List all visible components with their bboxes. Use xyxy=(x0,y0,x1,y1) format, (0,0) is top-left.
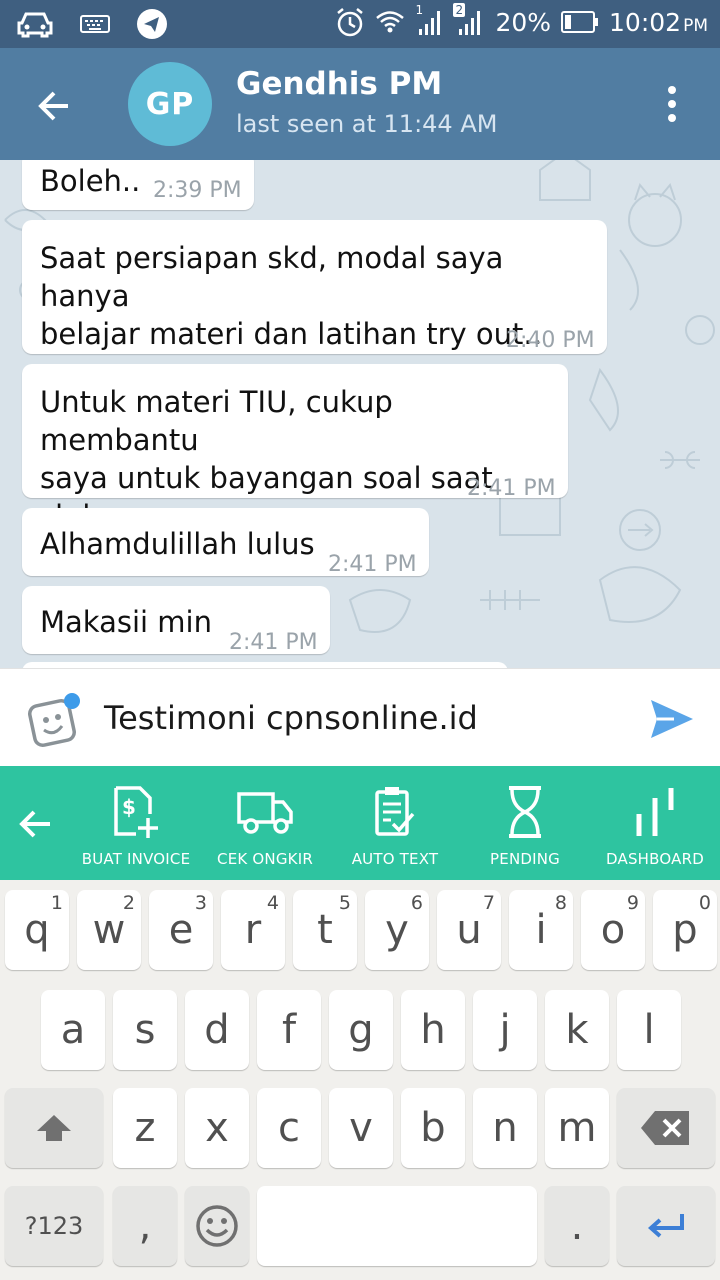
key-m[interactable]: m xyxy=(545,1088,609,1168)
dashboard-button[interactable]: DASHBOARD xyxy=(590,784,720,868)
key-l[interactable]: l xyxy=(617,990,681,1070)
message-time: 2:41 PM xyxy=(229,630,318,655)
key-c[interactable]: c xyxy=(257,1088,321,1168)
emoji-key[interactable] xyxy=(185,1186,249,1266)
key-r[interactable]: r4 xyxy=(221,890,285,970)
toolbar-label: DASHBOARD xyxy=(606,850,704,868)
message-list[interactable]: Boleh.. 2:39 PM Saat persiapan skd, moda… xyxy=(0,160,720,668)
auto-text-button[interactable]: AUTO TEXT xyxy=(330,784,460,868)
more-options-icon[interactable] xyxy=(660,84,684,124)
truck-icon xyxy=(237,792,293,834)
key-a[interactable]: a xyxy=(41,990,105,1070)
alarm-icon xyxy=(335,6,365,38)
quick-action-toolbar: $ BUAT INVOICE CEK ONGKIR AUTO TEXT PEND… xyxy=(0,766,720,880)
status-bar: 1 2 20% 10:02 PM xyxy=(0,0,720,48)
space-bar[interactable] xyxy=(257,1186,537,1266)
avatar[interactable]: GP xyxy=(128,62,212,146)
signal-icon: 1 xyxy=(415,3,445,37)
enter-icon xyxy=(647,1214,684,1238)
key-n[interactable]: n xyxy=(473,1088,537,1168)
enter-key[interactable] xyxy=(617,1186,715,1266)
clock: 10:02 PM xyxy=(609,7,708,37)
key-d[interactable]: d xyxy=(185,990,249,1070)
message-input[interactable]: Testimoni cpnsonline.id xyxy=(104,699,478,737)
key-j[interactable]: j xyxy=(473,990,537,1070)
shift-arrow-icon xyxy=(37,1115,71,1141)
message-time: 2:41 PM xyxy=(467,476,556,501)
sticker-icon[interactable] xyxy=(28,693,84,749)
key-h[interactable]: h xyxy=(401,990,465,1070)
period-key[interactable]: . xyxy=(545,1186,609,1266)
key-x[interactable]: x xyxy=(185,1088,249,1168)
cek-ongkir-button[interactable]: CEK ONGKIR xyxy=(200,784,330,868)
chat-header: GP Gendhis PM last seen at 11:44 AM xyxy=(0,48,720,160)
message-time: 2:41 PM xyxy=(328,552,417,577)
message-bubble[interactable]: Alhamdulillah lulus 2:41 PM xyxy=(22,508,429,577)
invoice-add-icon: $ xyxy=(114,786,158,838)
telegram-icon xyxy=(136,8,168,40)
key-u[interactable]: u7 xyxy=(437,890,501,970)
contact-name[interactable]: Gendhis PM xyxy=(236,66,442,102)
key-k[interactable]: k xyxy=(545,990,609,1070)
bar-chart-icon xyxy=(636,788,674,836)
svg-text:$: $ xyxy=(122,795,136,819)
keyboard-icon xyxy=(80,13,110,35)
backspace-icon xyxy=(641,1111,689,1145)
key-y[interactable]: y6 xyxy=(365,890,429,970)
send-icon[interactable] xyxy=(648,697,696,741)
toolbar-label: BUAT INVOICE xyxy=(81,850,191,868)
comma-key[interactable]: , xyxy=(113,1186,177,1266)
key-o[interactable]: o9 xyxy=(581,890,645,970)
key-z[interactable]: z xyxy=(113,1088,177,1168)
message-bubble[interactable]: Untuk materi TIU, cukup membantu saya un… xyxy=(22,364,568,533)
backspace-key[interactable] xyxy=(617,1088,715,1168)
battery-icon xyxy=(561,10,599,34)
buat-invoice-button[interactable]: $ BUAT INVOICE xyxy=(71,784,201,868)
signal-icon: 2 xyxy=(453,3,485,37)
soft-keyboard: q1 w2 e3 r4 t5 y6 u7 i8 o9 p0 a s d f g … xyxy=(0,880,720,1280)
clipboard-check-icon xyxy=(375,787,415,836)
pending-button[interactable]: PENDING xyxy=(460,784,590,868)
last-seen-status: last seen at 11:44 AM xyxy=(236,110,498,138)
signal-badge: 1 xyxy=(415,3,424,17)
key-t[interactable]: t5 xyxy=(293,890,357,970)
message-bubble[interactable]: Makasii min 2:41 PM xyxy=(22,586,330,655)
key-q[interactable]: q1 xyxy=(5,890,69,970)
key-i[interactable]: i8 xyxy=(509,890,573,970)
shift-key[interactable] xyxy=(5,1088,103,1168)
hourglass-icon xyxy=(509,786,541,838)
message-composer: Testimoni cpnsonline.id xyxy=(0,668,720,766)
emoji-icon xyxy=(196,1205,238,1247)
toolbar-label: PENDING xyxy=(490,850,560,868)
car-icon xyxy=(16,9,54,39)
battery-percent: 20% xyxy=(495,7,552,37)
wifi-icon xyxy=(375,7,405,37)
message-time: 2:40 PM xyxy=(506,328,595,353)
message-bubble[interactable]: Boleh.. 2:39 PM xyxy=(22,160,254,210)
key-f[interactable]: f xyxy=(257,990,321,1070)
toolbar-back-icon[interactable] xyxy=(14,802,58,846)
signal-badge: 2 xyxy=(453,3,466,17)
back-arrow-icon[interactable] xyxy=(32,82,80,130)
key-b[interactable]: b xyxy=(401,1088,465,1168)
toolbar-label: AUTO TEXT xyxy=(351,850,439,868)
message-bubble[interactable]: Saat persiapan skd, modal saya hanya bel… xyxy=(22,220,607,354)
key-s[interactable]: s xyxy=(113,990,177,1070)
toolbar-label: CEK ONGKIR xyxy=(217,850,313,868)
key-e[interactable]: e3 xyxy=(149,890,213,970)
message-time: 2:39 PM xyxy=(153,178,242,203)
key-p[interactable]: p0 xyxy=(653,890,717,970)
key-w[interactable]: w2 xyxy=(77,890,141,970)
key-v[interactable]: v xyxy=(329,1088,393,1168)
symbols-key[interactable]: ?123 xyxy=(5,1186,103,1266)
key-g[interactable]: g xyxy=(329,990,393,1070)
